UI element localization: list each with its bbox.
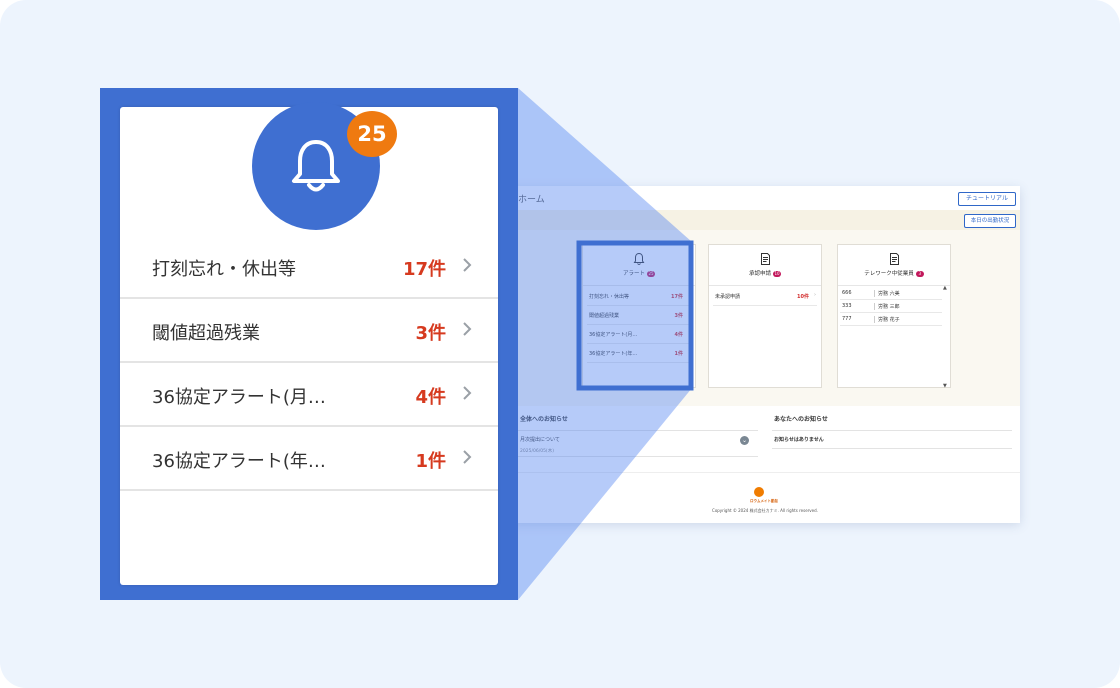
divider bbox=[772, 448, 1012, 449]
logo-text: ロウムメイト勤怠 bbox=[750, 499, 778, 503]
scrollbar[interactable]: ▲ ▼ bbox=[943, 285, 948, 389]
divider bbox=[516, 456, 758, 457]
status-bar: 本日の出勤状況 bbox=[510, 210, 1020, 230]
alert-row-count: 1件 bbox=[415, 451, 446, 472]
alert-row-count: 17件 bbox=[402, 259, 446, 280]
notice-item-date: 2025/06/05(木) bbox=[520, 449, 554, 454]
list-item[interactable]: 未承認申請 10件 › bbox=[713, 287, 817, 306]
chevron-right-icon bbox=[463, 386, 472, 400]
document-icon bbox=[761, 253, 770, 265]
telework-card-header: テレワーク中従業員 3 bbox=[838, 245, 950, 286]
chevron-right-icon bbox=[463, 258, 472, 272]
list-item[interactable]: 36協定アラート(月… 4件 › bbox=[587, 325, 691, 344]
table-row[interactable]: 777 労務 花子 bbox=[840, 313, 942, 326]
document-icon bbox=[890, 253, 899, 265]
divider bbox=[772, 430, 1012, 431]
dashboard-body: アラート 25 打刻忘れ・休出等 17件 › 閾値超過残業 3件 › 36協定アラート(月… bbox=[510, 230, 1020, 406]
table-row[interactable]: 333 労務 三郎 bbox=[840, 300, 942, 313]
telework-card: テレワーク中従業員 3 666 労務 六美 333 労務 三郎 777 労務 花子 ▲ … bbox=[837, 244, 951, 389]
chevron-right-icon: › bbox=[688, 311, 690, 317]
chevron-right-icon: › bbox=[688, 292, 690, 298]
list-item[interactable]: 打刻忘れ・休出等 17件 › bbox=[587, 287, 691, 306]
alert-row-label: 36協定アラート(年… bbox=[152, 451, 326, 472]
my-notice-title: あなたへのお知らせ bbox=[774, 416, 828, 423]
approval-badge: 10 bbox=[773, 270, 781, 277]
no-notice-text: お知らせはありません bbox=[774, 437, 824, 443]
app-screenshot: ホーム チュートリアル 本日の出勤状況 アラート 25 打刻忘れ・休出等 17件 › … bbox=[510, 186, 1020, 523]
notice-item-title[interactable]: 月次提出について bbox=[520, 436, 560, 443]
notice-area: 全体へのお知らせ 月次提出について 2025/06/05(木) ⌄ あなたへのお… bbox=[510, 406, 1020, 472]
alert-row-overtime[interactable]: 閾値超過残業 3件 bbox=[120, 299, 498, 363]
page-title: ホーム bbox=[518, 195, 545, 205]
alert-card: アラート 25 打刻忘れ・休出等 17件 › 閾値超過残業 3件 › 36協定アラート(月… bbox=[582, 244, 696, 388]
notification-count-badge: 25 bbox=[347, 111, 397, 157]
telework-card-title: テレワーク中従業員 3 bbox=[838, 269, 950, 277]
copyright: Copyright © 2024 株式会社カナミ. All rights res… bbox=[712, 508, 818, 513]
today-attendance-button[interactable]: 本日の出勤状況 bbox=[964, 214, 1016, 228]
chevron-down-icon[interactable]: ⌄ bbox=[740, 436, 749, 445]
list-item[interactable]: 36協定アラート(年… 1件 › bbox=[587, 344, 691, 363]
alert-row-label: 閾値超過残業 bbox=[152, 323, 260, 344]
scroll-down-icon[interactable]: ▼ bbox=[943, 383, 947, 389]
list-item[interactable]: 閾値超過残業 3件 › bbox=[587, 306, 691, 325]
alert-row-36-yearly[interactable]: 36協定アラート(年… 1件 bbox=[120, 427, 498, 491]
alert-row-label: 36協定アラート(月… bbox=[152, 387, 326, 408]
chevron-right-icon: › bbox=[688, 330, 690, 336]
alert-card-header: アラート 25 bbox=[583, 245, 695, 286]
tutorial-button[interactable]: チュートリアル bbox=[958, 192, 1016, 206]
app-header: ホーム チュートリアル bbox=[510, 186, 1020, 211]
bell-icon bbox=[633, 252, 645, 265]
alert-card-title: アラート 25 bbox=[622, 270, 655, 277]
bell-icon bbox=[292, 140, 340, 192]
table-row[interactable]: 666 労務 六美 bbox=[840, 287, 942, 300]
telework-badge: 3 bbox=[915, 270, 924, 277]
all-notice-title: 全体へのお知らせ bbox=[520, 416, 568, 423]
chevron-right-icon: › bbox=[814, 292, 816, 298]
chevron-right-icon: › bbox=[688, 349, 690, 355]
divider bbox=[516, 430, 758, 431]
footer: ロウムメイト勤怠 Copyright © 2024 株式会社カナミ. All r… bbox=[510, 472, 1020, 523]
alert-row-missing-punch[interactable]: 打刻忘れ・休出等 17件 bbox=[120, 235, 498, 299]
alert-badge: 25 bbox=[647, 270, 655, 277]
scroll-up-icon[interactable]: ▲ bbox=[943, 285, 947, 291]
approval-card-title: 承認申請 10 bbox=[748, 270, 781, 277]
alert-row-count: 3件 bbox=[415, 323, 446, 344]
chevron-right-icon bbox=[463, 450, 472, 464]
approval-card-header: 承認申請 10 bbox=[709, 245, 821, 286]
approval-card: 承認申請 10 未承認申請 10件 › bbox=[708, 244, 822, 388]
logo-icon bbox=[754, 487, 764, 497]
chevron-right-icon bbox=[463, 322, 472, 336]
alert-row-36-monthly[interactable]: 36協定アラート(月… 4件 bbox=[120, 363, 498, 427]
alert-row-count: 4件 bbox=[415, 387, 446, 408]
alert-row-label: 打刻忘れ・休出等 bbox=[152, 259, 296, 280]
